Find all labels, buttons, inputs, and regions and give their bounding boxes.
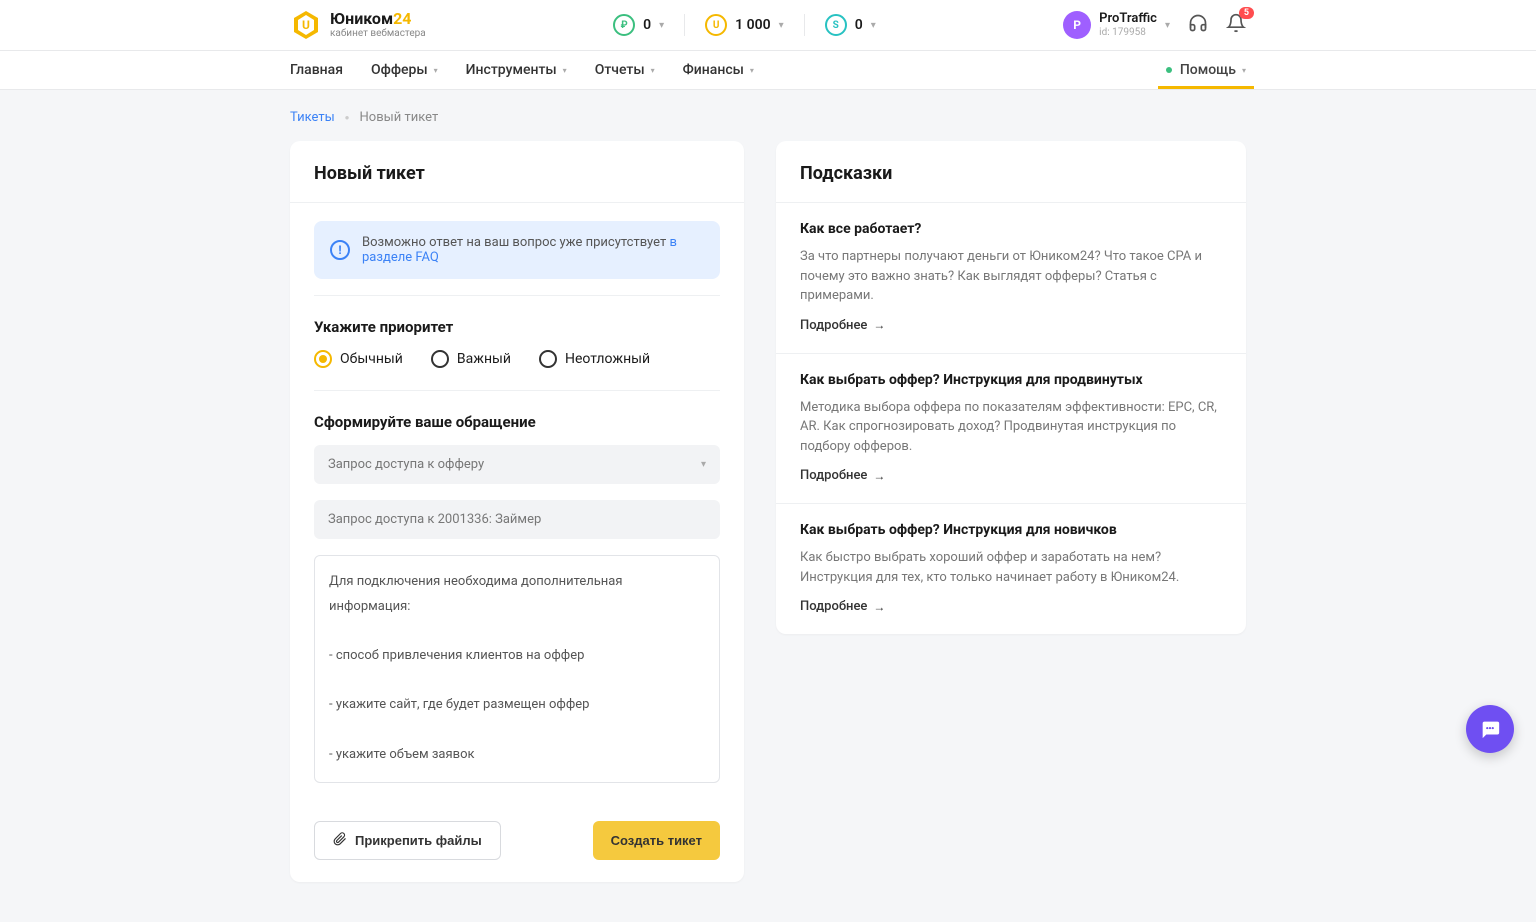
message-textarea[interactable]: Для подключения необходима дополнительна… — [314, 555, 720, 783]
ruble-icon: ₽ — [613, 14, 635, 36]
ticket-heading: Новый тикет — [290, 141, 744, 202]
status-dot-icon — [1166, 67, 1172, 73]
nav-offers[interactable]: Офферы▾ — [371, 51, 438, 89]
bonus-icon: S — [825, 14, 847, 36]
balance-rub[interactable]: ₽ 0 ▾ — [613, 14, 664, 36]
logo-icon: U — [290, 9, 322, 41]
nav-tools[interactable]: Инструменты▾ — [466, 51, 567, 89]
hints-card: Подсказки Как все работает? За что партн… — [776, 141, 1246, 634]
chevron-down-icon: ▾ — [651, 66, 655, 75]
priority-normal[interactable]: Обычный — [314, 350, 403, 368]
svg-text:U: U — [302, 18, 310, 32]
priority-important[interactable]: Важный — [431, 350, 511, 368]
nav-help[interactable]: Помощь▾ — [1166, 51, 1246, 89]
form-label: Сформируйте ваше обращение — [314, 413, 720, 431]
paperclip-icon — [333, 832, 347, 849]
submit-button[interactable]: Создать тикет — [593, 821, 720, 860]
topbar: U Юником24 кабинет вебмастера ₽ 0 ▾ U 1 … — [0, 0, 1536, 51]
points-icon: U — [705, 14, 727, 36]
hint-more-link[interactable]: Подробнее→ — [800, 468, 1222, 483]
arrow-right-icon: → — [873, 469, 885, 483]
hints-heading: Подсказки — [776, 141, 1246, 202]
faq-alert: ! Возможно ответ на ваш вопрос уже прису… — [314, 221, 720, 279]
breadcrumb-current: Новый тикет — [360, 110, 439, 125]
hint-title: Как все работает? — [800, 221, 1222, 237]
logo[interactable]: U Юником24 кабинет вебмастера — [290, 9, 426, 41]
breadcrumb-tickets[interactable]: Тикеты — [290, 110, 335, 125]
chevron-down-icon: ▾ — [750, 66, 754, 75]
balance-points[interactable]: U 1 000 ▾ — [705, 14, 784, 36]
nav-reports[interactable]: Отчеты▾ — [595, 51, 655, 89]
chevron-down-icon: ▾ — [1242, 66, 1246, 75]
balance-bonus[interactable]: S 0 ▾ — [825, 14, 876, 36]
priority-urgent[interactable]: Неотложный — [539, 350, 650, 368]
hint-item: Как выбрать оффер? Инструкция для новичк… — [776, 504, 1246, 634]
attach-button[interactable]: Прикрепить файлы — [314, 821, 501, 860]
user-id: id: 179958 — [1099, 27, 1157, 38]
info-icon: ! — [330, 240, 350, 260]
arrow-right-icon: → — [873, 600, 885, 614]
hint-title: Как выбрать оффер? Инструкция для продви… — [800, 372, 1222, 388]
hint-text: За что партнеры получают деньги от Юнико… — [800, 247, 1222, 306]
chat-fab[interactable] — [1466, 705, 1514, 753]
chevron-down-icon: ▾ — [434, 66, 438, 75]
chevron-down-icon: ▾ — [779, 20, 784, 31]
hint-item: Как все работает? За что партнеры получа… — [776, 203, 1246, 354]
breadcrumb: Тикеты ● Новый тикет — [290, 90, 1246, 141]
user-menu[interactable]: P ProTraffic id: 179958 ▾ — [1063, 11, 1170, 39]
notifications-icon[interactable]: 5 — [1226, 13, 1246, 37]
subject-input[interactable]: Запрос доступа к 2001336: Займер — [314, 500, 720, 539]
priority-group: Обычный Важный Неотложный — [314, 350, 720, 368]
avatar: P — [1063, 11, 1091, 39]
request-type-select[interactable]: Запрос доступа к офферу ▾ — [314, 445, 720, 484]
logo-subtitle: кабинет вебмастера — [330, 29, 426, 39]
chevron-down-icon: ▾ — [1165, 20, 1170, 31]
chevron-down-icon: ▾ — [701, 459, 706, 470]
new-ticket-card: Новый тикет ! Возможно ответ на ваш вопр… — [290, 141, 744, 882]
chevron-down-icon: ▾ — [871, 20, 876, 31]
user-name: ProTraffic — [1099, 12, 1157, 26]
user-block: P ProTraffic id: 179958 ▾ 5 — [1063, 11, 1246, 39]
logo-title: Юником24 — [330, 11, 426, 27]
hint-text: Методика выбора оффера по показателям эф… — [800, 398, 1222, 457]
navbar: Главная Офферы▾ Инструменты▾ Отчеты▾ Фин… — [0, 51, 1536, 90]
notification-badge: 5 — [1239, 7, 1254, 19]
chat-icon — [1479, 718, 1501, 740]
nav-home[interactable]: Главная — [290, 51, 343, 89]
hint-more-link[interactable]: Подробнее→ — [800, 318, 1222, 333]
chevron-down-icon: ▾ — [563, 66, 567, 75]
support-icon[interactable] — [1188, 13, 1208, 37]
nav-finance[interactable]: Финансы▾ — [683, 51, 754, 89]
hint-item: Как выбрать оффер? Инструкция для продви… — [776, 354, 1246, 505]
hint-title: Как выбрать оффер? Инструкция для новичк… — [800, 522, 1222, 538]
arrow-right-icon: → — [873, 318, 885, 332]
priority-label: Укажите приоритет — [314, 318, 720, 336]
hint-text: Как быстро выбрать хороший оффер и зараб… — [800, 548, 1222, 587]
chevron-down-icon: ▾ — [659, 20, 664, 31]
balances: ₽ 0 ▾ U 1 000 ▾ S 0 ▾ — [613, 14, 876, 36]
hint-more-link[interactable]: Подробнее→ — [800, 599, 1222, 614]
